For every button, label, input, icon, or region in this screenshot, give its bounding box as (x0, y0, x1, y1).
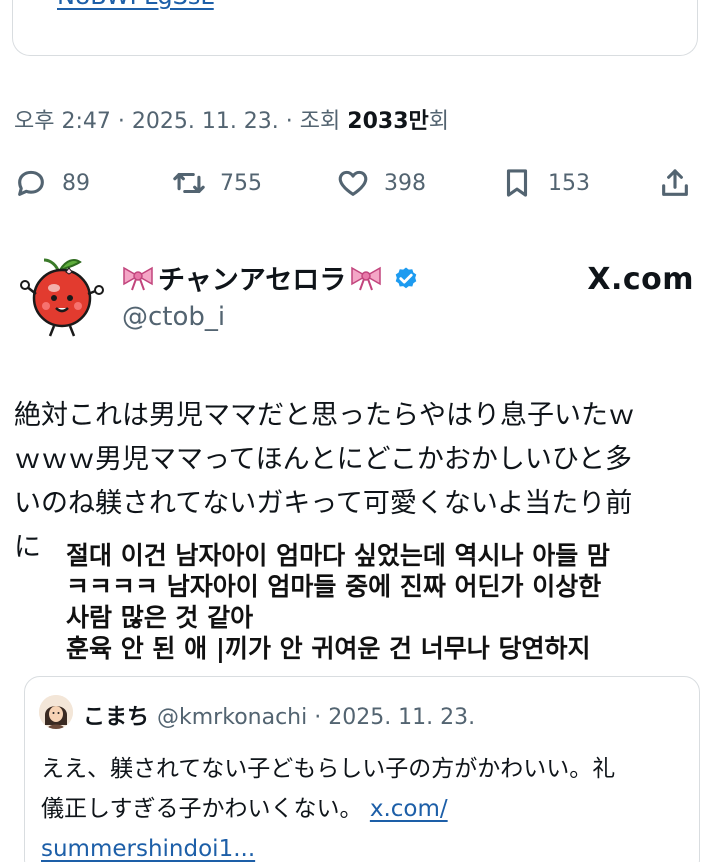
translation-line: 절대 이건 남자아이 엄마다 싶었는데 역시나 아들 맘 (66, 541, 610, 570)
tweet-line: 絶対これは男児ママだと思ったらやはり息子いたｗ (14, 400, 635, 431)
translation-line: 사람 많은 것 같아 (66, 603, 254, 632)
action-bar: 89 755 398 153 (0, 160, 714, 206)
like-button[interactable]: 398 (336, 160, 426, 206)
avatar[interactable] (14, 250, 106, 342)
display-name-text: チャンアセロラ (158, 265, 347, 296)
translation-line: 훈육 안 된 애 |끼가 안 귀여운 건 너무나 당연하지 (66, 634, 591, 663)
like-count: 398 (384, 170, 426, 196)
source-label: X.com (587, 262, 694, 297)
quote-display-name[interactable]: こまち (83, 705, 149, 730)
share-icon (662, 169, 688, 196)
cherry-character-icon (20, 258, 104, 337)
translation-overlay: 절대 이건 남자아이 엄마다 싶었는데 역시나 아들 맘 ㅋㅋㅋㅋ 남자아이 엄… (60, 540, 700, 664)
ribbon-icon (351, 266, 381, 290)
author-handle[interactable]: @ctob_i (122, 302, 225, 332)
heart-icon (338, 170, 368, 196)
quote-line-text: 儀正しすぎる子かわいくない。 (41, 796, 363, 822)
quote-text: ええ、躾されてない子どもらしい子の方がかわいい。礼 儀正しすぎる子かわいくない。… (41, 749, 691, 862)
verified-badge-icon (395, 267, 417, 288)
quote-header: こまち @kmrkonachi · 2025. 11. 23. (83, 699, 475, 731)
time-date: 오후 2:47 · 2025. 11. 23. · 조회 (14, 109, 348, 134)
quoted-tweet[interactable]: こまち @kmrkonachi · 2025. 11. 23. ええ、躾されてない… (24, 676, 700, 862)
repost-count: 755 (220, 170, 262, 196)
repost-button[interactable]: 755 (172, 160, 262, 206)
author-display-name[interactable]: チャンアセロラ (118, 258, 420, 297)
bookmark-icon (506, 169, 528, 197)
person-avatar-icon (39, 695, 73, 729)
tweet-meta: 오후 2:47 · 2025. 11. 23. · 조회 2033만회 (14, 103, 449, 135)
share-button[interactable] (658, 160, 692, 206)
card-link[interactable]: N8BWPLgSsL (57, 0, 214, 10)
quote-avatar[interactable] (39, 695, 73, 729)
view-suffix: 회 (428, 109, 449, 134)
quote-link-continued[interactable]: summershindoi1... (41, 836, 255, 862)
quote-line: summershindoi1... (41, 829, 691, 862)
translation-line: ㅋㅋㅋㅋ 남자아이 엄마들 중에 진짜 어딘가 이상한 (66, 572, 602, 601)
bookmark-button[interactable]: 153 (500, 160, 590, 206)
quote-handle-date: @kmrkonachi · 2025. 11. 23. (157, 705, 476, 730)
quote-link[interactable]: x.com/ (370, 796, 448, 822)
tweet-line: いのね躾されてないガキって可愛くないよ当たり前 (14, 488, 633, 519)
bookmark-count: 153 (548, 170, 590, 196)
reply-count: 89 (62, 170, 90, 196)
quote-line: 儀正しすぎる子かわいくない。 x.com/ (41, 789, 691, 829)
tweet-line: ｗｗｗ男児ママってほんとにどこかおかしいひと多 (14, 444, 633, 475)
ribbon-icon (123, 266, 153, 290)
reply-button[interactable]: 89 (14, 160, 90, 206)
view-count: 2033만 (347, 109, 429, 134)
link-preview-card[interactable]: N8BWPLgSsL (12, 0, 698, 56)
repost-icon (173, 172, 205, 194)
quote-line: ええ、躾されてない子どもらしい子の方がかわいい。礼 (41, 756, 616, 782)
reply-icon (18, 170, 44, 196)
